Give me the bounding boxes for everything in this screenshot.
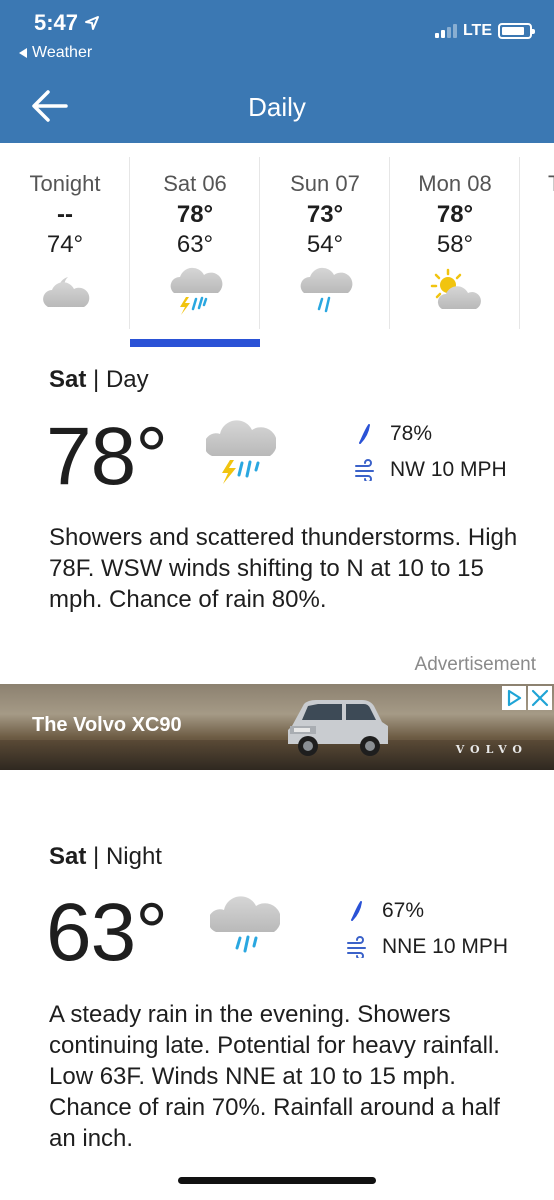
day-low: 63°	[176, 231, 214, 258]
day-high: 73°	[306, 201, 344, 228]
period-day: Sat	[49, 843, 87, 870]
night-narrative: A steady rain in the evening. Showers co…	[49, 1001, 500, 1152]
day-name: Sun 07	[290, 171, 360, 196]
day-high: 78°	[436, 201, 474, 228]
back-triangle-icon	[19, 48, 27, 58]
precip-value: 78%	[390, 422, 433, 445]
precip-value: 67%	[382, 899, 425, 922]
day-period-label: Sat | Day	[49, 366, 149, 394]
app-header: 5:47 Weather LTE Daily	[0, 0, 554, 143]
period-day: Sat	[49, 366, 87, 393]
night-wind: NNE 10 MPH	[346, 935, 508, 959]
day-low: 74°	[46, 231, 84, 258]
ad-close-icon[interactable]	[528, 686, 552, 710]
battery-level	[502, 27, 525, 35]
page-title: Daily	[248, 92, 306, 122]
car-image	[288, 700, 388, 756]
ad-brand: VOLVO	[455, 743, 528, 756]
day-strip: Tonight -- 74° Sat 06 78° 63° Sun 07 73°…	[0, 143, 554, 350]
day-tab-next[interactable]: T	[520, 143, 554, 350]
wind-icon	[355, 459, 374, 481]
day-precip: 78%	[354, 422, 432, 446]
partly-sunny-icon	[430, 268, 481, 309]
partly-cloudy-night-icon	[43, 277, 90, 307]
status-time: 5:47	[34, 10, 100, 36]
back-to-app-label: Weather	[32, 44, 93, 61]
day-tab-mon-08[interactable]: Mon 08 78° 58°	[390, 143, 520, 350]
precip-drop-icon	[351, 901, 362, 921]
advertisement-label: Advertisement	[414, 654, 536, 675]
period-separator: |	[93, 843, 100, 870]
day-name: Tonight	[29, 171, 101, 196]
battery-icon	[498, 23, 535, 39]
day-name: Sat 06	[163, 171, 227, 196]
night-precip: 67%	[346, 899, 424, 923]
day-name: Mon 08	[418, 171, 492, 196]
rain-cloud-icon	[300, 267, 353, 313]
ad-choices-icon[interactable]	[502, 686, 526, 710]
rain-cloud-icon	[210, 896, 280, 953]
location-arrow-icon	[85, 16, 100, 30]
network-type: LTE	[462, 22, 492, 39]
day-tab-sun-07[interactable]: Sun 07 73° 54°	[260, 143, 390, 350]
day-low: 54°	[306, 231, 344, 258]
ad-banner[interactable]: The Volvo XC90 VOLVO	[0, 684, 554, 770]
day-high: 78°	[176, 201, 214, 228]
cellular-signal-icon	[434, 24, 457, 38]
night-temperature: 63°	[46, 887, 168, 978]
precip-drop-icon	[359, 424, 370, 444]
day-wind: NW 10 MPH	[354, 458, 507, 482]
day-low: 58°	[436, 231, 474, 258]
status-time-text: 5:47	[34, 10, 79, 35]
thunderstorm-rain-icon	[206, 420, 276, 484]
ad-headline: The Volvo XC90	[32, 714, 182, 736]
day-narrative: Showers and scattered thunderstorms. Hig…	[49, 524, 518, 613]
selected-tab-indicator	[130, 339, 260, 347]
wind-icon	[347, 936, 366, 958]
period-separator: |	[93, 366, 100, 393]
day-tab-sat-06[interactable]: Sat 06 78° 63°	[130, 143, 260, 350]
status-indicators: LTE	[434, 22, 535, 40]
day-tab-tonight[interactable]: Tonight -- 74°	[0, 143, 130, 350]
day-temperature: 78°	[46, 411, 168, 502]
wind-value: NW 10 MPH	[390, 458, 507, 481]
day-high: --	[57, 201, 73, 228]
thunderstorm-rain-icon	[170, 267, 223, 315]
period-name: Day	[105, 366, 149, 393]
wind-value: NNE 10 MPH	[382, 935, 509, 958]
period-name: Night	[105, 843, 162, 870]
back-to-app-link[interactable]: Weather	[18, 44, 92, 62]
home-indicator[interactable]	[178, 1177, 376, 1184]
night-period-label: Sat | Night	[49, 843, 162, 871]
day-name: T	[520, 171, 554, 197]
